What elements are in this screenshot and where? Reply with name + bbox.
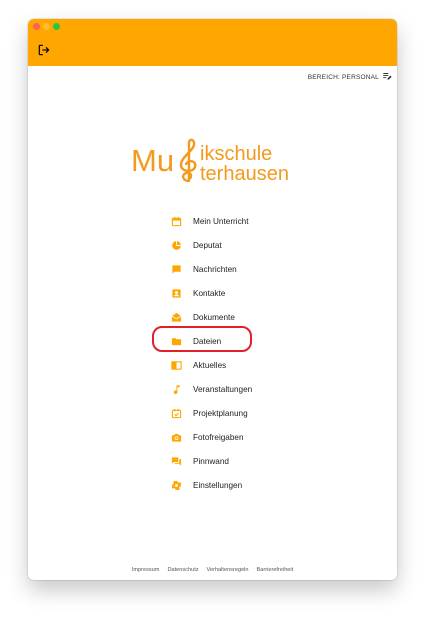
menu-item-label: Fotofreigaben [193,432,244,442]
menu-item-veranstaltungen[interactable]: Veranstaltungen [170,377,330,401]
footer-link-datenschutz[interactable]: Datenschutz [167,567,198,573]
event-check-icon [171,408,182,419]
menu-item-label: Aktuelles [193,360,227,370]
menu-item-dokumente[interactable]: Dokumente [170,305,330,329]
message-icon [171,264,182,275]
footer-link-impressum[interactable]: Impressum [132,567,160,573]
news-icon [171,360,182,371]
calendar-icon [171,216,182,227]
menu-item-dateien[interactable]: Dateien [170,329,330,353]
contact-icon [171,288,182,299]
window-zoom-button[interactable] [53,23,60,30]
menu-item-label: Nachrichten [193,264,237,274]
menu-item-label: Veranstaltungen [193,384,253,394]
footer-link-barrierefreiheit[interactable]: Barrierefreiheit [257,567,294,573]
gear-icon [171,480,182,491]
menu-item-fotofreigaben[interactable]: Fotofreigaben [170,425,330,449]
bereich-selector[interactable]: BEREICH: PERSONAL [308,71,392,83]
treble-clef-icon [179,138,197,183]
menu-item-einstellungen[interactable]: Einstellungen [170,473,330,497]
folder-icon [171,336,182,347]
pie-chart-icon [171,240,182,251]
menu-item-nachrichten[interactable]: Nachrichten [170,257,330,281]
logout-icon[interactable] [37,43,51,57]
window-close-button[interactable] [33,23,40,30]
menu-item-label: Dateien [193,336,222,346]
mail-open-icon [171,312,182,323]
menu-item-label: Einstellungen [193,480,243,490]
app-bar [28,19,397,66]
forum-icon [171,456,182,467]
window-minimize-button[interactable] [43,23,50,30]
logo-text-line2: terhausen [200,163,289,185]
menu-item-label: Pinnwand [193,456,229,466]
footer-link-verhaltensregeln[interactable]: Verhaltensregeln [207,567,249,573]
bereich-label: BEREICH: PERSONAL [307,73,379,81]
edit-list-icon [382,71,392,83]
menu-item-kontakte[interactable]: Kontakte [170,281,330,305]
music-school-logo: Mu ikschule terhausen [131,137,295,185]
menu-item-projektplanung[interactable]: Projektplanung [170,401,330,425]
logo-text-line1: ikschule [200,143,272,165]
main-menu: Mein Unterricht Deputat Nachrichten Kont… [170,209,330,497]
menu-item-label: Deputat [193,240,222,250]
menu-item-aktuelles[interactable]: Aktuelles [170,353,330,377]
menu-item-mein-unterricht[interactable]: Mein Unterricht [170,209,330,233]
menu-item-pinnwand[interactable]: Pinnwand [170,449,330,473]
footer-links: Impressum Datenschutz Verhaltensregeln B… [28,567,397,573]
music-note-icon [171,384,182,395]
menu-item-label: Kontakte [193,288,226,298]
logo-text-mu: Mu [131,143,174,178]
app-window: BEREICH: PERSONAL Mu ikschule terhausen … [28,19,397,580]
menu-item-label: Projektplanung [193,408,248,418]
camera-icon [171,432,182,443]
menu-item-label: Mein Unterricht [193,216,249,226]
menu-item-label: Dokumente [193,312,235,322]
menu-item-deputat[interactable]: Deputat [170,233,330,257]
